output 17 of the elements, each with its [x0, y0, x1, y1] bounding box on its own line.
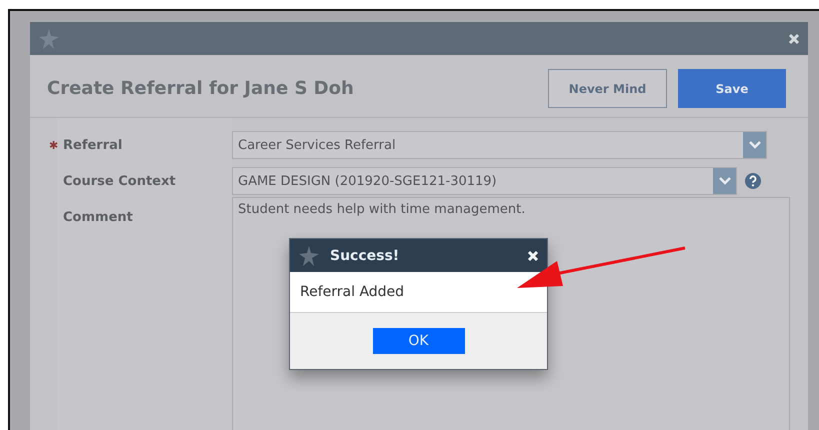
alert-title: Success! [330, 248, 400, 264]
field-label: Course Context [63, 174, 176, 188]
alert-message: Referral Added [290, 272, 547, 313]
cancel-button[interactable]: Never Mind [548, 69, 667, 108]
field-label: Referral [63, 138, 122, 152]
field-label: Comment [63, 210, 133, 224]
star-logo-icon [298, 244, 320, 266]
select-field[interactable]: GAME DESIGN (201920-SGE121-30119) [232, 167, 737, 195]
select-field[interactable]: Career Services Referral [232, 131, 767, 159]
save-button[interactable]: Save [678, 69, 786, 108]
dialog-title: Create Referral for Jane S Doh [47, 78, 354, 99]
star-logo-icon [38, 28, 60, 50]
chevron-icon [713, 168, 736, 194]
ok-button[interactable]: OK [372, 328, 464, 354]
required-icon: ✱ [49, 138, 63, 152]
chevron-icon [743, 132, 766, 158]
help-icon[interactable] [745, 173, 761, 189]
